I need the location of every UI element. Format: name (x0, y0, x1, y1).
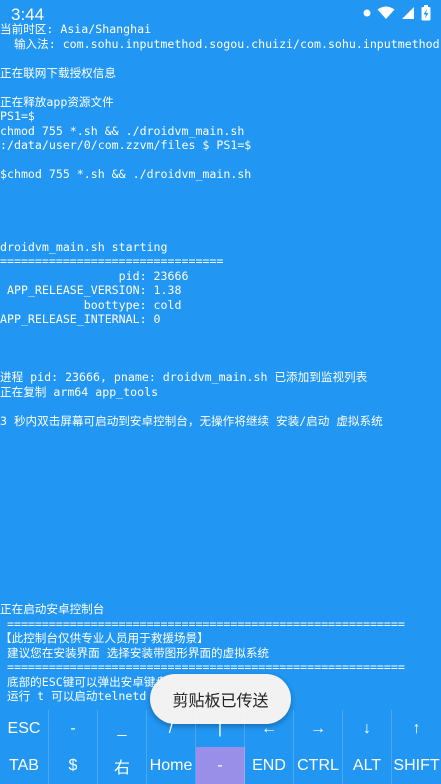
extra-keys-bar: ESC - _ / | ← → ↓ ↑ TAB $ 右 Home - END CTRL ALT SHIFT (0, 710, 441, 784)
underscore-key[interactable]: _ (98, 710, 147, 747)
esc-key[interactable]: ESC (0, 710, 49, 747)
arrow-right-key[interactable]: → (294, 710, 343, 747)
terminal-line: ========================================… (0, 616, 405, 631)
right-key[interactable]: 右 (98, 747, 147, 784)
terminal-line: 正在释放app资源文件 (0, 94, 114, 109)
tab-key[interactable]: TAB (0, 747, 49, 784)
terminal-line: 正在联网下载授权信息 (0, 65, 116, 80)
terminal-line: ========================================… (0, 660, 405, 674)
battery-charging-icon (421, 5, 431, 21)
terminal-line: boottype: cold (0, 297, 182, 312)
terminal-line: 输入法: com.sohu.inputmethod.sogou.chuizi/c… (0, 36, 440, 51)
terminal-line: ================================ (0, 254, 224, 268)
terminal-line: 正在复制 arm64 app_tools (0, 384, 159, 399)
terminal-line: chmod 755 *.sh && ./droidvm_main.sh (0, 123, 245, 138)
arrow-left-key[interactable]: ← (245, 710, 294, 747)
terminal-line: $chmod 755 *.sh && ./droidvm_main.sh (0, 167, 252, 181)
wifi-icon (377, 6, 395, 19)
dollar-key[interactable]: $ (49, 747, 98, 784)
arrow-down-key[interactable]: ↓ (343, 710, 392, 747)
alt-key[interactable]: ALT (343, 747, 392, 784)
terminal-line: :/data/user/0/com.zzvm/files $ PS1=$ (0, 138, 252, 152)
terminal-line: 建议您在安装界面 选择安装带图形界面的虚拟系统 (0, 645, 270, 660)
system-icons (363, 5, 431, 21)
terminal-line: APP_RELEASE_VERSION: 1.38 (0, 283, 182, 297)
slash-key[interactable]: / (147, 710, 196, 747)
notification-dot-icon (363, 9, 371, 17)
terminal-line: 3 秒内双击屏幕可启动到安卓控制台，无操作将继续 安装/启动 虚拟系统 (0, 413, 383, 428)
toast-text: 剪贴板已传送 (172, 693, 269, 710)
terminal-line: 【此控制台仅供专业人员用于救援场景】 (0, 631, 209, 645)
arrow-up-key[interactable]: ↑ (392, 710, 441, 747)
terminal-line: droidvm_main.sh starting (0, 239, 168, 254)
terminal-output[interactable]: 当前时区: Asia/Shanghai 输入法: com.sohu.inputm… (0, 22, 441, 710)
terminal-line: pid: 23666 (0, 268, 189, 283)
shift-key[interactable]: SHIFT (392, 747, 441, 784)
terminal-line: PS1=$ (0, 109, 35, 123)
ctrl-key[interactable]: CTRL (294, 747, 343, 784)
home-key[interactable]: Home (147, 747, 196, 784)
pipe-key[interactable]: | (196, 710, 245, 747)
terminal-line: 正在启动安卓控制台 (0, 602, 105, 616)
dash-key-2[interactable]: - (196, 747, 245, 784)
dash-key[interactable]: - (49, 710, 98, 747)
terminal-line: 当前时区: Asia/Shanghai (0, 22, 152, 36)
end-key[interactable]: END (245, 747, 294, 784)
signal-icon (402, 7, 414, 19)
terminal-line: 进程 pid: 23666, pname: droidvm_main.sh 已添… (0, 370, 368, 384)
terminal-line: APP_RELEASE_INTERNAL: 0 (0, 312, 161, 326)
